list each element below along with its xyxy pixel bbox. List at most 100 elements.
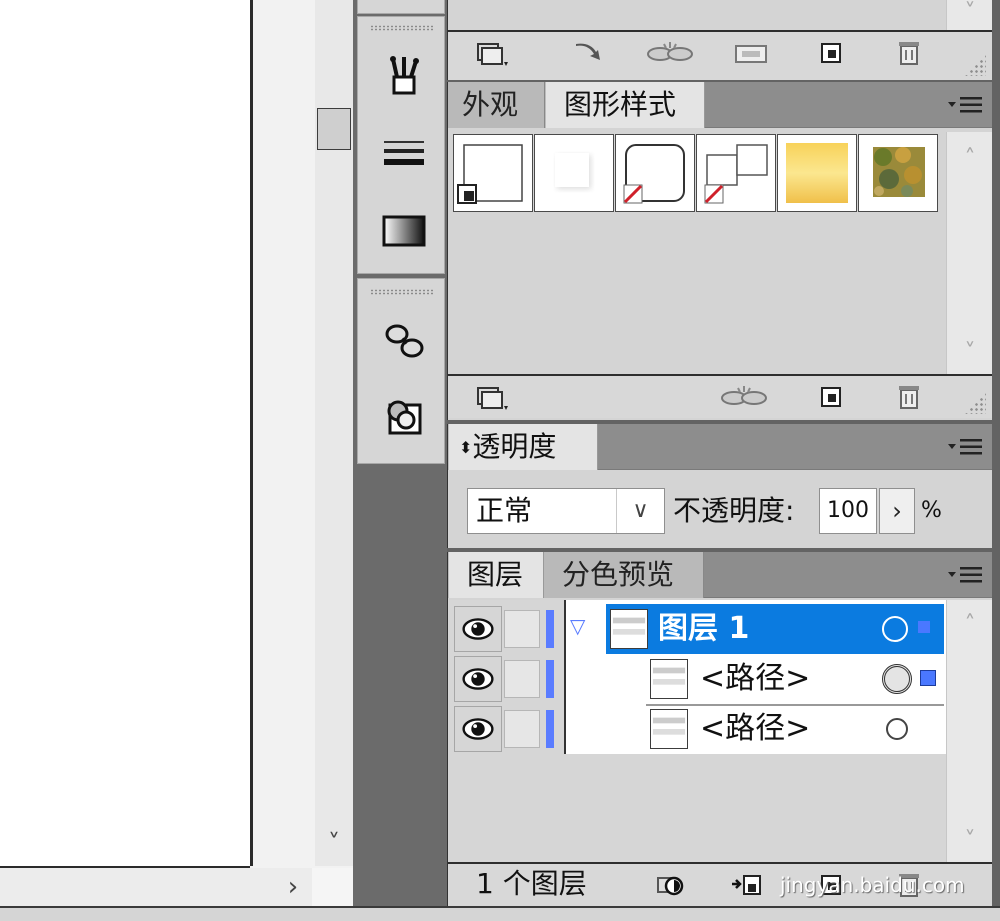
- library-menu-icon[interactable]: [476, 38, 510, 68]
- new-style-icon[interactable]: [814, 382, 848, 412]
- tab-graphic-styles[interactable]: 图形样式: [545, 82, 705, 128]
- graphic-styles-footer: [448, 374, 992, 418]
- trash-icon[interactable]: [892, 382, 926, 412]
- scroll-corner: [312, 868, 353, 906]
- style-swatch-offset[interactable]: [696, 134, 776, 212]
- break-link-icon[interactable]: [644, 38, 696, 68]
- tab-transparency-label: 透明度: [472, 430, 557, 463]
- layer-color-indicator: [546, 610, 554, 648]
- layers-panel: 图层 分色预览 ˄ ˅ ▽ 图层 1 <路径> <路径> 1 个图层: [447, 552, 992, 906]
- target-circle-icon[interactable]: [882, 664, 912, 694]
- panel-tabbar: ⬍透明度: [448, 424, 992, 470]
- layer-thumbnail: [610, 609, 648, 649]
- scrollbar-track[interactable]: [0, 868, 312, 906]
- top-panel-footer: [448, 30, 992, 80]
- panel-tabbar: 图层 分色预览: [448, 552, 992, 598]
- panel-menu-icon[interactable]: [948, 436, 984, 458]
- symbol-options-icon[interactable]: [734, 38, 768, 68]
- scroll-down-arrow-icon[interactable]: ˅: [319, 828, 349, 858]
- target-circle-icon[interactable]: [886, 718, 908, 740]
- styles-scrollbar[interactable]: ˄ ˅: [946, 132, 992, 374]
- path-thumbnail: [650, 709, 688, 749]
- path-name[interactable]: <路径>: [700, 654, 810, 704]
- chevron-down-icon[interactable]: ∨: [616, 489, 664, 533]
- scrollbar-thumb[interactable]: [317, 108, 351, 150]
- place-symbol-icon[interactable]: [572, 38, 606, 68]
- brushes-icon[interactable]: [382, 53, 426, 97]
- panel-menu-icon[interactable]: [948, 94, 984, 116]
- selection-square-icon[interactable]: [918, 621, 930, 633]
- dock-grip[interactable]: [370, 289, 434, 295]
- graphic-styles-icon[interactable]: [382, 395, 426, 439]
- eye-icon[interactable]: [454, 656, 502, 702]
- collapse-triangle-icon[interactable]: ▽: [570, 614, 585, 638]
- status-strip: [0, 906, 1000, 921]
- panel-icon-dock: [353, 0, 447, 906]
- selection-square-icon[interactable]: [920, 670, 936, 686]
- layer-row[interactable]: <路径>: [454, 704, 944, 754]
- dock-group-2: [357, 16, 445, 274]
- path-name[interactable]: <路径>: [700, 704, 810, 754]
- scroll-up-icon[interactable]: ˄: [955, 144, 985, 174]
- eye-icon[interactable]: [454, 606, 502, 652]
- opacity-input[interactable]: 100: [819, 488, 877, 534]
- graphic-styles-panel: 外观 图形样式 ˄ ˅: [447, 82, 992, 420]
- expand-toggle-icon[interactable]: ⬍: [459, 438, 472, 457]
- watermark: jingyan.baidu.com: [780, 873, 965, 897]
- layer-row[interactable]: <路径>: [454, 654, 944, 704]
- eye-icon[interactable]: [454, 706, 502, 752]
- scroll-right-arrow-icon[interactable]: ›: [276, 870, 310, 904]
- make-clipping-mask-icon[interactable]: [654, 870, 688, 900]
- dock-group-3: [357, 278, 445, 464]
- top-panel: ˅: [447, 0, 992, 80]
- document-canvas[interactable]: [0, 0, 250, 866]
- panel-tabbar: 外观 图形样式: [448, 82, 992, 128]
- lock-toggle[interactable]: [504, 610, 540, 648]
- path-thumbnail: [650, 659, 688, 699]
- lock-toggle[interactable]: [504, 710, 540, 748]
- blend-mode-value: 正常: [476, 494, 533, 527]
- target-circle-icon[interactable]: [882, 616, 908, 642]
- style-swatch-camouflage[interactable]: [858, 134, 938, 212]
- layers-scrollbar[interactable]: ˄ ˅: [946, 600, 992, 862]
- blend-mode-select[interactable]: 正常 ∨: [467, 488, 665, 534]
- resize-grip[interactable]: [964, 54, 986, 76]
- scroll-down-icon[interactable]: ˅: [955, 826, 985, 856]
- tab-layers[interactable]: 图层: [448, 552, 544, 598]
- style-swatch-soft-shadow[interactable]: [534, 134, 614, 212]
- scroll-down-icon[interactable]: ˅: [955, 338, 985, 368]
- new-item-icon[interactable]: [814, 38, 848, 68]
- resize-grip[interactable]: [964, 392, 986, 414]
- style-swatch-rounded[interactable]: [615, 134, 695, 212]
- percent-unit: %: [921, 498, 942, 523]
- panels-column: ˅ 外观 图形样式 ˄ ˅ ⬍透明度 正常 ∨ 不透明度: 100 › % 图层…: [447, 0, 1000, 906]
- library-menu-icon[interactable]: [476, 382, 510, 412]
- tab-separations-preview[interactable]: 分色预览: [544, 552, 704, 598]
- dock-grip[interactable]: [370, 25, 434, 31]
- stroke-icon[interactable]: [382, 133, 426, 177]
- opacity-slider-button[interactable]: ›: [879, 488, 915, 534]
- opacity-label: 不透明度:: [673, 494, 795, 527]
- tab-transparency[interactable]: ⬍透明度: [448, 424, 598, 470]
- dock-group-top: [357, 0, 445, 14]
- layer-count-status: 1 个图层: [476, 867, 587, 900]
- panel-menu-icon[interactable]: [948, 564, 984, 586]
- style-swatch-default[interactable]: [453, 134, 533, 212]
- lock-toggle[interactable]: [504, 660, 540, 698]
- style-swatch-gold-gradient[interactable]: [777, 134, 857, 212]
- vertical-scrollbar[interactable]: ˅: [253, 0, 353, 866]
- panel-scrollbar[interactable]: ˅: [946, 0, 992, 30]
- layer-color-indicator: [546, 710, 554, 748]
- scroll-up-icon[interactable]: ˄: [955, 610, 985, 640]
- symbols-link-icon[interactable]: [382, 319, 426, 363]
- tab-appearance[interactable]: 外观: [448, 82, 545, 128]
- layer-name[interactable]: 图层 1: [658, 604, 749, 654]
- layer-row[interactable]: ▽ 图层 1: [454, 604, 944, 654]
- break-link-icon[interactable]: [716, 382, 772, 412]
- gradient-icon[interactable]: [382, 209, 426, 253]
- create-sublayer-icon[interactable]: [730, 870, 764, 900]
- layer-color-indicator: [546, 660, 554, 698]
- horizontal-scrollbar[interactable]: ›: [0, 866, 353, 906]
- scroll-down-icon[interactable]: ˅: [955, 0, 985, 28]
- trash-icon[interactable]: [892, 38, 926, 68]
